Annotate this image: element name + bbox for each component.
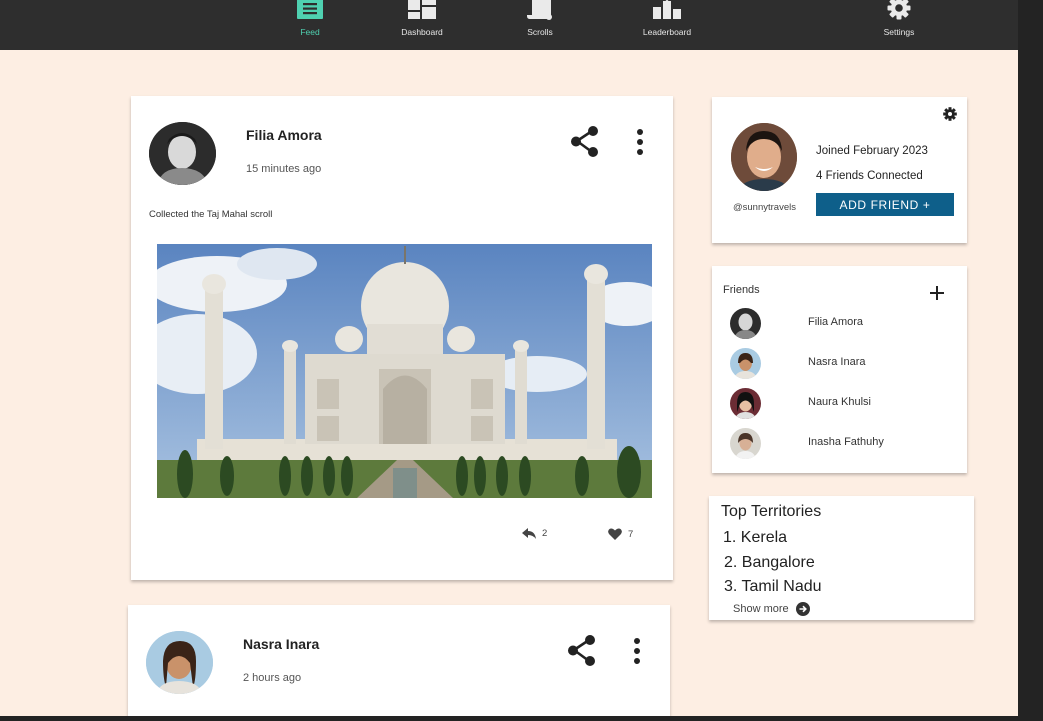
window-edge-right xyxy=(1018,0,1043,721)
friend-list-item[interactable]: Nasra Inara xyxy=(712,347,967,379)
add-friend-button[interactable]: ADD FRIEND + xyxy=(816,193,954,216)
show-more-label: Show more xyxy=(733,603,789,615)
share-icon[interactable] xyxy=(567,634,597,667)
friend-name: Inasha Fathuhy xyxy=(808,436,884,448)
gear-icon[interactable] xyxy=(943,107,957,121)
territory-item[interactable]: 3. Tamil Nadu xyxy=(724,578,822,596)
heart-icon xyxy=(608,528,622,540)
post-card: Nasra Inara 2 hours ago xyxy=(128,605,670,716)
friend-name: Naura Khulsi xyxy=(808,396,871,408)
top-nav-bar: Feed Dashboard Scrolls Leaderboard Setti… xyxy=(0,0,1018,50)
nav-leaderboard[interactable]: Leaderboard xyxy=(638,0,696,50)
friend-name: Filia Amora xyxy=(808,316,864,328)
profile-card: Joined February 2023 4 Friends Connected… xyxy=(712,97,967,243)
gear-icon xyxy=(884,0,914,20)
friend-list-item[interactable]: Inasha Fathuhy xyxy=(712,427,967,459)
avatar[interactable] xyxy=(149,122,216,185)
avatar xyxy=(730,348,761,379)
avatar xyxy=(730,428,761,459)
like-count[interactable]: 7 xyxy=(608,528,633,540)
post-author-name[interactable]: Nasra Inara xyxy=(243,636,319,652)
friends-card: Friends Filia Amora Nasra Inara Naura Kh… xyxy=(712,266,967,473)
nav-label: Leaderboard xyxy=(642,27,692,37)
territory-item[interactable]: 2. Bangalore xyxy=(724,554,815,572)
post-timestamp: 2 hours ago xyxy=(243,672,302,684)
more-options-icon[interactable] xyxy=(631,637,643,665)
nav-settings[interactable]: Settings xyxy=(878,0,920,50)
territory-item[interactable]: 1. Kerela xyxy=(723,529,787,547)
taj-mahal-photo xyxy=(157,244,652,498)
reply-icon xyxy=(522,528,536,539)
friends-connected-count: 4 Friends Connected xyxy=(816,170,923,182)
top-territories-card: Top Territories 1. Kerela 2. Bangalore 3… xyxy=(709,496,974,620)
nav-feed[interactable]: Feed xyxy=(292,0,328,50)
friends-title: Friends xyxy=(723,284,760,296)
page-area: Filia Amora 15 minutes ago Collected the… xyxy=(0,50,1018,716)
reply-count-value: 2 xyxy=(542,528,548,539)
territories-title: Top Territories xyxy=(721,503,822,520)
nav-label: Feed xyxy=(300,27,320,37)
dashboard-icon xyxy=(407,0,437,20)
nav-label: Dashboard xyxy=(401,27,443,37)
reply-count[interactable]: 2 xyxy=(522,528,547,539)
window-edge-bottom xyxy=(0,716,1043,721)
nav-label: Settings xyxy=(883,27,915,37)
avatar[interactable] xyxy=(731,123,797,191)
joined-date: Joined February 2023 xyxy=(816,145,928,157)
post-card: Filia Amora 15 minutes ago Collected the… xyxy=(131,96,673,580)
nav-label: Scrolls xyxy=(527,27,553,37)
avatar xyxy=(730,388,761,419)
nav-dashboard[interactable]: Dashboard xyxy=(394,0,450,50)
nav-scrolls[interactable]: Scrolls xyxy=(520,0,560,50)
post-author-name[interactable]: Filia Amora xyxy=(246,127,322,143)
more-options-icon[interactable] xyxy=(634,128,646,156)
arrow-right-circle-icon xyxy=(795,602,810,616)
friend-name: Nasra Inara xyxy=(808,356,866,368)
user-handle: @sunnytravels xyxy=(733,202,796,213)
friend-list-item[interactable]: Filia Amora xyxy=(712,307,967,339)
avatar xyxy=(730,308,761,339)
feed-icon xyxy=(296,0,324,20)
share-icon[interactable] xyxy=(570,125,600,158)
scroll-icon xyxy=(525,0,555,20)
add-icon[interactable] xyxy=(929,285,945,301)
leaderboard-icon xyxy=(652,0,682,20)
post-caption: Collected the Taj Mahal scroll xyxy=(149,209,273,220)
avatar[interactable] xyxy=(146,631,213,694)
like-count-value: 7 xyxy=(628,528,634,540)
post-timestamp: 15 minutes ago xyxy=(246,163,322,175)
show-more-link[interactable]: Show more xyxy=(733,602,810,616)
post-image[interactable] xyxy=(157,244,652,498)
friend-list-item[interactable]: Naura Khulsi xyxy=(712,387,967,419)
